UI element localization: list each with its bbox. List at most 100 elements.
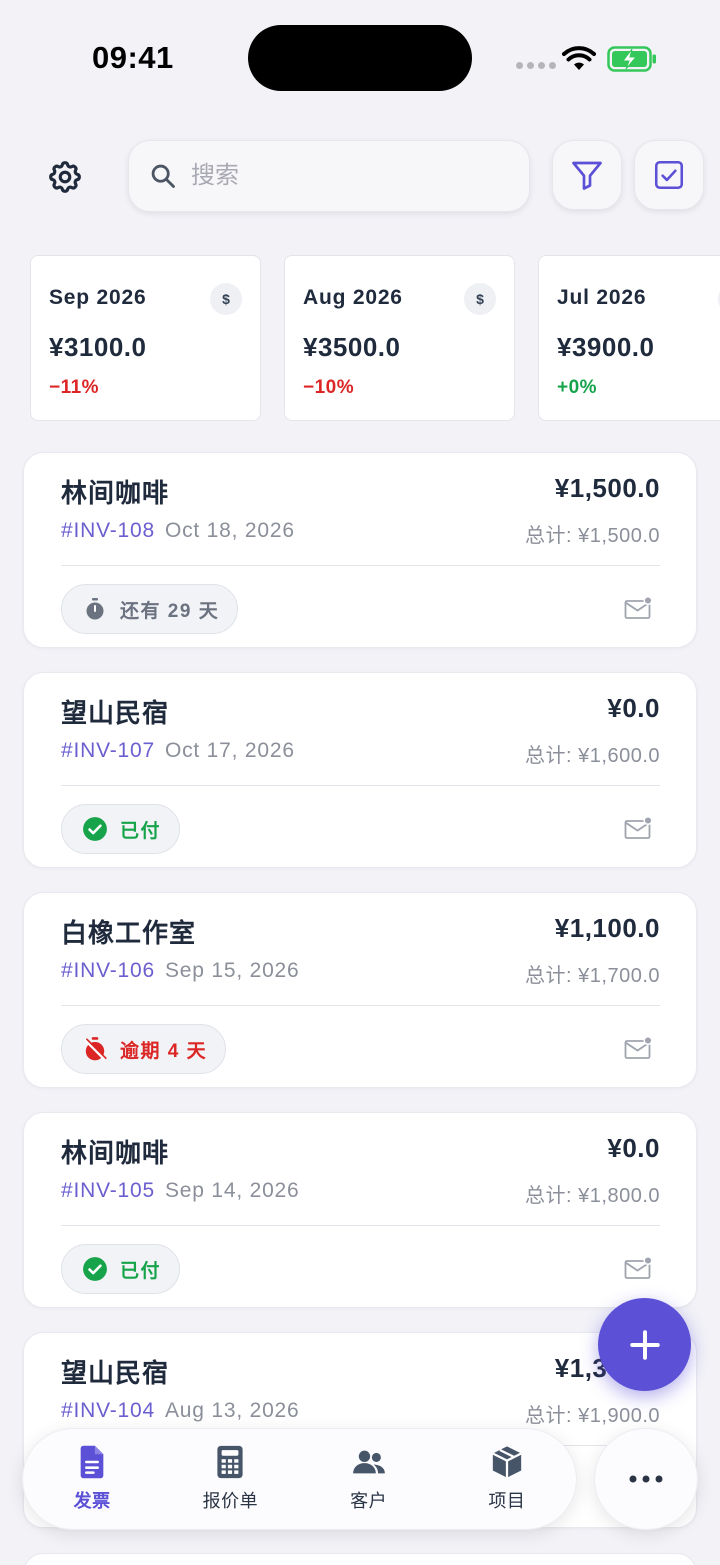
invoice-card[interactable]: 林间咖啡 ¥1,500.0 #INV-108 Oct 18, 2026 总计: ¥… (23, 452, 697, 648)
summary-card[interactable]: Jul 2026 $ ¥3900.0 +0% (538, 255, 720, 421)
summary-amount: ¥3900.0 (557, 332, 655, 362)
checkbox-icon (654, 160, 684, 190)
top-toolbar (0, 138, 720, 214)
invoice-number: #INV-108 (61, 519, 155, 542)
invoice-number: #INV-104 (61, 1399, 155, 1422)
invoice-amount: ¥1,100.0 (554, 913, 660, 943)
divider (61, 785, 660, 786)
check-circle-icon (82, 1256, 108, 1282)
signal-icon (516, 62, 556, 69)
summary-month: Jul 2026 (557, 286, 647, 309)
summary-change: +0% (557, 377, 598, 398)
invoice-date: Aug 13, 2026 (164, 1399, 300, 1422)
invoice-amount: ¥0.0 (607, 1133, 660, 1163)
plus-icon (629, 1329, 660, 1360)
invoice-card[interactable]: 白橡工作室 ¥1,100.0 #INV-106 Sep 15, 2026 总计: … (23, 892, 697, 1088)
invoice-total: 总计: ¥1,500.0 (525, 525, 660, 547)
invoice-date: Oct 17, 2026 (164, 739, 295, 762)
invoice-card[interactable]: 望山民宿 ¥0.0 #INV-107 Oct 17, 2026 总计: ¥1,60… (23, 672, 697, 868)
summary-amount: ¥3100.0 (49, 332, 147, 362)
status-badge: 逾期 4 天 (61, 1024, 227, 1074)
gear-icon (49, 161, 81, 193)
invoice-date: Sep 15, 2026 (164, 959, 300, 982)
stopwatch-icon (82, 596, 108, 622)
tab-label: 发票 (73, 1491, 111, 1511)
status-bar: 09:41 (0, 0, 720, 115)
monthly-summary-row[interactable]: Sep 2026 $ ¥3100.0 −11% Aug 2026 $ ¥3500… (30, 255, 720, 423)
status-label: 已付 (120, 1260, 162, 1282)
status-badge: 还有 29 天 (61, 584, 239, 634)
summary-card[interactable]: Sep 2026 $ ¥3100.0 −11% (30, 255, 261, 421)
invoice-amount: ¥1,500.0 (554, 473, 660, 503)
document-icon (75, 1445, 109, 1479)
divider (61, 565, 660, 566)
invoice-total: 总计: ¥1,700.0 (525, 965, 660, 987)
invoice-total: 总计: ¥1,900.0 (525, 1405, 660, 1427)
invoice-number: #INV-105 (61, 1179, 155, 1202)
tab-label: 报价单 (202, 1491, 259, 1511)
summary-change: −11% (49, 377, 100, 398)
invoice-client: 林间咖啡 (61, 1138, 170, 1168)
summary-change: −10% (303, 377, 355, 398)
tab-projects[interactable]: 项目 (438, 1429, 576, 1529)
dollar-icon: $ (464, 283, 496, 315)
check-circle-icon (82, 816, 108, 842)
tab-label: 客户 (350, 1491, 388, 1511)
invoice-meta: #INV-106 Sep 15, 2026 (61, 959, 300, 983)
status-badge: 已付 (61, 804, 181, 854)
dollar-icon: $ (210, 283, 242, 315)
status-badge: 已付 (61, 1244, 181, 1294)
tab-clients[interactable]: 客户 (300, 1429, 438, 1529)
invoice-meta: #INV-107 Oct 17, 2026 (61, 739, 295, 763)
invoice-date: Sep 14, 2026 (164, 1179, 300, 1202)
bottom-tab-bar: 发票 报价单 客户 项目 (22, 1428, 577, 1530)
filter-button[interactable] (552, 140, 622, 210)
divider (61, 1005, 660, 1006)
search-icon (151, 164, 175, 188)
invoice-client: 林间咖啡 (61, 478, 170, 508)
invoice-date: Oct 18, 2026 (164, 519, 295, 542)
divider (61, 1225, 660, 1226)
calculator-icon (213, 1445, 247, 1479)
settings-button[interactable] (40, 152, 90, 202)
tab-quotes[interactable]: 报价单 (161, 1429, 299, 1529)
more-button[interactable] (594, 1428, 698, 1530)
tab-label: 项目 (488, 1491, 526, 1511)
select-mode-button[interactable] (634, 140, 704, 210)
search-bar[interactable] (128, 140, 530, 212)
add-invoice-button[interactable] (598, 1298, 691, 1391)
ellipsis-icon (629, 1475, 663, 1483)
battery-charging-icon (607, 46, 656, 72)
invoice-client: 望山民宿 (61, 1358, 170, 1388)
search-input[interactable] (191, 162, 491, 190)
mail-unsent-icon[interactable] (624, 596, 652, 620)
status-label: 逾期 4 天 (120, 1040, 208, 1062)
status-label: 还有 29 天 (120, 600, 220, 622)
status-time: 09:41 (92, 40, 174, 75)
funnel-icon (572, 161, 602, 190)
invoice-client: 望山民宿 (61, 698, 170, 728)
invoice-client: 白橡工作室 (61, 918, 197, 948)
invoice-meta: #INV-108 Oct 18, 2026 (61, 519, 295, 543)
mail-unsent-icon[interactable] (624, 1036, 652, 1060)
users-icon (352, 1445, 386, 1479)
timer-off-icon (82, 1036, 108, 1062)
summary-card[interactable]: Aug 2026 $ ¥3500.0 −10% (284, 255, 515, 421)
invoice-number: #INV-107 (61, 739, 155, 762)
dynamic-island (248, 25, 472, 91)
invoice-number: #INV-106 (61, 959, 155, 982)
summary-amount: ¥3500.0 (303, 332, 401, 362)
invoice-total: 总计: ¥1,600.0 (525, 745, 660, 767)
status-label: 已付 (120, 820, 162, 842)
mail-unsent-icon[interactable] (624, 816, 652, 840)
wifi-icon (562, 46, 596, 70)
box-icon (490, 1445, 524, 1479)
tab-invoices[interactable]: 发票 (23, 1429, 161, 1529)
invoice-card[interactable] (23, 1553, 697, 1565)
invoice-total: 总计: ¥1,800.0 (525, 1185, 660, 1207)
invoice-meta: #INV-105 Sep 14, 2026 (61, 1179, 300, 1203)
mail-unsent-icon[interactable] (624, 1256, 652, 1280)
invoice-meta: #INV-104 Aug 13, 2026 (61, 1399, 300, 1423)
invoice-card[interactable]: 林间咖啡 ¥0.0 #INV-105 Sep 14, 2026 总计: ¥1,80… (23, 1112, 697, 1308)
invoice-amount: ¥0.0 (607, 693, 660, 723)
